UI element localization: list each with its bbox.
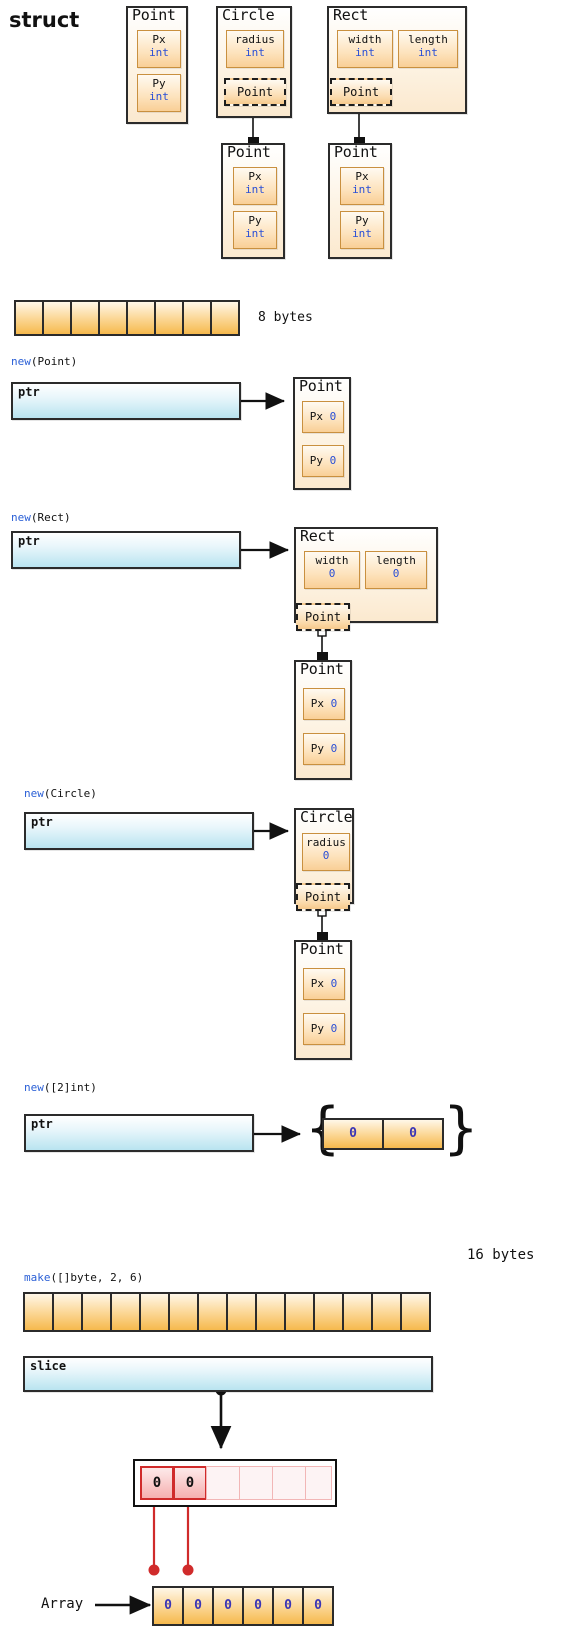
struct-title: Circle: [300, 808, 353, 826]
array-label: Array: [41, 1596, 84, 1612]
struct-title: Point: [132, 6, 176, 24]
array-cell: 0: [212, 1586, 244, 1626]
array-cell: 0: [382, 1118, 444, 1150]
struct-title: Point: [299, 377, 343, 395]
byte-cell: [342, 1292, 373, 1332]
field-width: width int: [337, 30, 393, 68]
field-px: Px int: [340, 167, 384, 205]
code-new-rect: new(Rect): [11, 511, 71, 524]
byte-cell: [210, 300, 240, 336]
struct-title: Circle: [222, 6, 275, 24]
array-cell: 0: [242, 1586, 274, 1626]
field-py: Py int: [233, 211, 277, 249]
slice-label: slice: [30, 1359, 67, 1373]
field-px: Px 0: [302, 401, 344, 433]
byte-cell: [110, 1292, 141, 1332]
bytes-strip-16: [23, 1292, 431, 1332]
struct-box-point: Point Px int Py int: [126, 6, 188, 124]
pointer-bar-new-circle[interactable]: ptr: [24, 812, 254, 850]
field-px: Px int: [233, 167, 277, 205]
byte-cell: [23, 1292, 54, 1332]
embedded-point-in-circle: Point: [224, 78, 286, 106]
slice-header-bar[interactable]: slice: [23, 1356, 433, 1392]
struct-title: Point: [227, 143, 271, 161]
field-py: Py int: [340, 211, 384, 249]
struct-box-rect-point: Point Px int Py int: [328, 143, 392, 259]
byte-cell: [226, 1292, 257, 1332]
struct-title: Rect: [300, 527, 335, 545]
bytes-label-8: 8 bytes: [258, 310, 313, 325]
pointer-label: ptr: [31, 1117, 53, 1131]
byte-cell: [197, 1292, 228, 1332]
pointer-label: ptr: [31, 815, 53, 829]
byte-cell: [14, 300, 44, 336]
field-py: Py int: [137, 74, 181, 112]
code-new-array2int: new([2]int): [24, 1081, 97, 1094]
field-width: width 0: [304, 551, 360, 589]
byte-cell: [98, 300, 128, 336]
byte-cell: [70, 300, 100, 336]
struct-title: Rect: [333, 6, 368, 24]
array-row: 000000: [152, 1586, 334, 1626]
byte-cell: [284, 1292, 315, 1332]
code-new-point: new(Point): [11, 355, 78, 368]
byte-cell: [400, 1292, 431, 1332]
byte-cell: [126, 300, 156, 336]
struct-title: Point: [300, 940, 344, 958]
field-px: Px 0: [303, 688, 345, 720]
value-box-point: Point Px 0 Py 0: [293, 377, 351, 490]
field-py: Py 0: [303, 1013, 345, 1045]
byte-cell: [255, 1292, 286, 1332]
byte-cell: [52, 1292, 83, 1332]
field-py: Py 0: [302, 445, 344, 477]
field-length: length 0: [365, 551, 427, 589]
pointer-label: ptr: [18, 534, 40, 548]
pointer-bar-new-rect[interactable]: ptr: [11, 531, 241, 569]
byte-cell: [371, 1292, 402, 1332]
slice-cell-3: [239, 1466, 273, 1500]
code-make-slice: make([]byte, 2, 6): [24, 1271, 144, 1284]
array-cell: 0: [182, 1586, 214, 1626]
brace-close: }: [443, 1096, 479, 1161]
pointer-bar-new-point[interactable]: ptr: [11, 382, 241, 420]
embedded-point-in-rect: Point: [330, 78, 392, 106]
slice-cell-5: [305, 1466, 332, 1500]
value-box-circle-point: Point Px 0 Py 0: [294, 940, 352, 1060]
slice-cell-4: [272, 1466, 306, 1500]
embedded-point-in-rect: Point: [296, 603, 350, 631]
byte-cell: [139, 1292, 170, 1332]
pointer-label: ptr: [18, 385, 40, 399]
field-px: Px 0: [303, 968, 345, 1000]
struct-title: Point: [334, 143, 378, 161]
embedded-point-in-circle: Point: [296, 883, 350, 911]
page-title: struct: [9, 8, 80, 32]
byte-cell: [168, 1292, 199, 1332]
array-cell: 0: [322, 1118, 384, 1150]
byte-cell: [154, 300, 184, 336]
byte-cell: [182, 300, 212, 336]
code-new-circle: new(Circle): [24, 787, 97, 800]
byte-cell: [313, 1292, 344, 1332]
bytes-strip-8: [14, 300, 240, 336]
field-radius: radius 0: [302, 833, 350, 871]
array-cell: 0: [302, 1586, 334, 1626]
field-py: Py 0: [303, 733, 345, 765]
byte-cell: [81, 1292, 112, 1332]
slice-cell-1: 0: [173, 1466, 207, 1500]
field-length: length int: [398, 30, 458, 68]
bytes-label-16: 16 bytes: [467, 1247, 535, 1263]
byte-cell: [42, 300, 72, 336]
slice-cell-2: [206, 1466, 240, 1500]
struct-title: Point: [300, 660, 344, 678]
field-radius: radius int: [226, 30, 284, 68]
slice-cell-0: 0: [140, 1466, 174, 1500]
struct-box-circle-point: Point Px int Py int: [221, 143, 285, 259]
array-cell: 0: [152, 1586, 184, 1626]
array-cell: 0: [272, 1586, 304, 1626]
value-box-rect-point: Point Px 0 Py 0: [294, 660, 352, 780]
field-px: Px int: [137, 30, 181, 68]
pointer-bar-new-array[interactable]: ptr: [24, 1114, 254, 1152]
